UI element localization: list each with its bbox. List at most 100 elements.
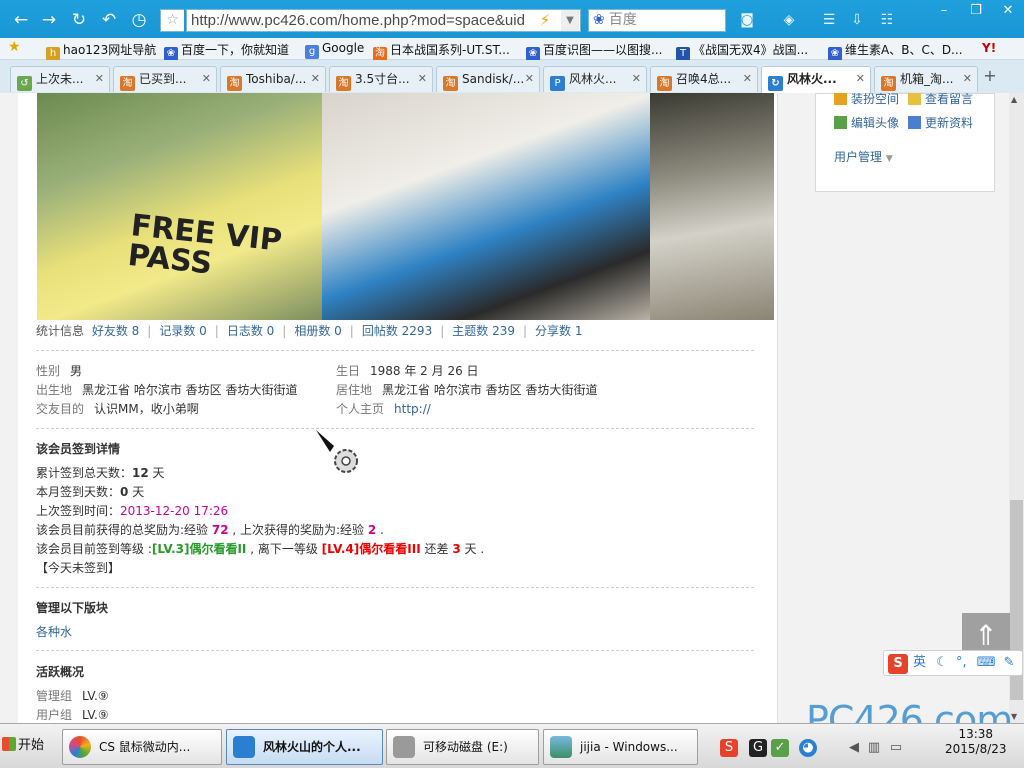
qq-icon[interactable]: ◕ bbox=[799, 739, 817, 757]
edit-avatar-link[interactable]: 编辑头像 bbox=[834, 114, 899, 131]
activity-title: 活跃概况 bbox=[36, 665, 85, 679]
stats-title: 统计信息 bbox=[36, 324, 85, 338]
favorites-star-icon[interactable]: ★ bbox=[8, 39, 21, 55]
bookmark-baidu[interactable]: ❀ 百度一下，你就知道 bbox=[164, 41, 289, 61]
taskbar-item[interactable]: CS 鼠标微动内... bbox=[62, 729, 222, 765]
tab-close-icon[interactable]: ✕ bbox=[202, 67, 211, 91]
g-app-icon[interactable]: G bbox=[749, 739, 767, 757]
gender-row: 性别男 bbox=[36, 364, 83, 378]
stat-records[interactable]: 记录数 0 bbox=[159, 324, 206, 338]
back-icon[interactable]: ← bbox=[10, 9, 32, 31]
arrow-up-icon: ⇑ bbox=[974, 619, 998, 652]
taobao-icon: 淘 bbox=[120, 76, 135, 91]
signin-level: 该会员目前签到等级 :[LV.3]偶尔看看II , 离下一等级 [LV.4]偶尔… bbox=[36, 542, 485, 556]
update-profile-link[interactable]: 更新资料 bbox=[908, 114, 973, 131]
yahoo-icon[interactable]: Y! bbox=[982, 41, 996, 55]
homepage-link[interactable]: http:// bbox=[394, 402, 431, 416]
restore-icon[interactable]: ❐ bbox=[960, 0, 992, 22]
app-icon bbox=[69, 736, 91, 758]
camera-icon[interactable]: ◙ bbox=[736, 9, 758, 31]
stat-friends[interactable]: 好友数 8 bbox=[92, 324, 139, 338]
punctuation-icon[interactable]: °, bbox=[956, 655, 967, 670]
wrench-icon[interactable]: ✎ bbox=[1004, 655, 1015, 670]
tab-item[interactable]: ↺ 上次未... ✕ bbox=[10, 66, 110, 92]
stat-shares[interactable]: 分享数 1 bbox=[535, 324, 582, 338]
tab-item[interactable]: 淘 3.5寸台... ✕ bbox=[329, 66, 433, 92]
bookmark-baidu-image[interactable]: ❀ 百度识图——以图搜... bbox=[526, 41, 662, 61]
stat-blogs[interactable]: 日志数 0 bbox=[227, 324, 274, 338]
messages-link[interactable]: 查看留言 bbox=[908, 93, 973, 107]
refresh-icon[interactable]: ↻ bbox=[68, 9, 90, 31]
taskbar-item[interactable]: 可移动磁盘 (E:) bbox=[386, 729, 539, 765]
stat-replies[interactable]: 回帖数 2293 bbox=[362, 324, 432, 338]
tab-close-icon[interactable]: ✕ bbox=[963, 67, 972, 91]
tab-item[interactable]: 淘召唤4总... ✕ bbox=[650, 66, 758, 92]
system-clock[interactable]: 13:38 2015/8/23 bbox=[945, 727, 1007, 757]
divider bbox=[36, 587, 754, 588]
new-tab-icon[interactable]: + bbox=[980, 66, 1000, 86]
bookmark-hao123[interactable]: h hao123网址导航 bbox=[46, 41, 156, 61]
history-icon[interactable]: ◷ bbox=[128, 9, 150, 31]
favorite-star-icon[interactable]: ☆ bbox=[160, 9, 184, 32]
tools-icon[interactable]: ☰ bbox=[818, 9, 840, 31]
url-dropdown-icon[interactable]: ▼ bbox=[561, 10, 579, 31]
tab-item[interactable]: 淘 Sandisk/... ✕ bbox=[436, 66, 540, 92]
tab-item-active[interactable]: ↻ 风林火... ✕ bbox=[761, 66, 871, 93]
bookmark-google[interactable]: g Google bbox=[305, 41, 364, 59]
download-icon[interactable]: ⇩ bbox=[846, 9, 868, 31]
vertical-scrollbar[interactable]: ▲ ▼ bbox=[1009, 93, 1024, 723]
clock-time: 13:38 bbox=[958, 727, 994, 741]
volume-icon[interactable]: ◀ bbox=[845, 739, 863, 757]
pc426-icon: P bbox=[550, 76, 565, 91]
tab-close-icon[interactable]: ✕ bbox=[632, 67, 641, 91]
lightning-icon[interactable]: ⚡ bbox=[535, 10, 555, 31]
bookmark-vitamin[interactable]: ❀ 维生素A、B、C、D... bbox=[828, 41, 963, 61]
network-icon[interactable]: ▥ bbox=[865, 739, 883, 757]
show-desktop-icon[interactable]: ▭ bbox=[887, 739, 905, 757]
tab-item[interactable]: 淘已买到... ✕ bbox=[113, 66, 217, 92]
sidebar-actions: 装扮空间 查看留言 编辑头像 更新资料 用户管理 ▼ bbox=[815, 93, 995, 192]
tab-close-icon[interactable]: ✕ bbox=[418, 67, 427, 91]
menu-grid-icon[interactable]: ☷ bbox=[876, 9, 898, 31]
google-icon: g bbox=[305, 45, 319, 59]
taskbar-item-active[interactable]: 风林火山的个人... bbox=[226, 729, 383, 765]
ime-toolbar[interactable]: S英 ☾ °, ⌨ ✎ bbox=[883, 650, 1023, 676]
tg-icon: T bbox=[676, 47, 690, 61]
moon-icon[interactable]: ☾ bbox=[936, 655, 948, 670]
translate-icon[interactable]: ◈ bbox=[778, 9, 800, 31]
close-icon[interactable]: ✕ bbox=[992, 0, 1024, 22]
signin-title: 该会员签到详情 bbox=[36, 442, 121, 456]
tab-item[interactable]: P 风林火... ✕ bbox=[543, 66, 647, 92]
taskbar-item[interactable]: jijia - Windows... bbox=[543, 729, 698, 765]
decorate-link[interactable]: 装扮空间 bbox=[834, 93, 899, 107]
security-icon[interactable]: ✓ bbox=[771, 739, 789, 757]
keyboard-icon[interactable]: ⌨ bbox=[977, 655, 996, 670]
stat-topics[interactable]: 主题数 239 bbox=[452, 324, 515, 338]
bookmark-sengoku[interactable]: 淘日本战国系列-UT.ST... bbox=[373, 41, 510, 61]
tab-close-icon[interactable]: ✕ bbox=[743, 67, 752, 91]
tab-close-icon[interactable]: ✕ bbox=[525, 67, 534, 91]
removable-disk-icon bbox=[393, 736, 415, 758]
user-manage-menu[interactable]: 用户管理 ▼ bbox=[834, 148, 893, 165]
forward-icon[interactable]: → bbox=[38, 9, 60, 31]
residence-row: 居住地 黑龙江省 哈尔滨市 香坊区 香坊大街街道 bbox=[336, 383, 598, 397]
stat-albums[interactable]: 相册数 0 bbox=[294, 324, 341, 338]
tab-close-icon[interactable]: ✕ bbox=[95, 67, 104, 91]
tab-item[interactable]: 淘机箱_淘... ✕ bbox=[874, 66, 978, 92]
user-group-row: 用户组 LV.⑨ bbox=[36, 708, 109, 722]
sogou-tray-icon[interactable]: S bbox=[720, 739, 738, 757]
bookmark-musou4[interactable]: T 《战国无双4》战国... bbox=[676, 41, 808, 61]
search-input[interactable]: ❀ 百度 bbox=[588, 9, 726, 32]
undo-icon[interactable]: ↶ bbox=[98, 9, 120, 31]
start-button[interactable]: 开始 bbox=[2, 734, 44, 753]
tab-close-icon[interactable]: ✕ bbox=[311, 67, 320, 91]
scroll-up-icon[interactable]: ▲ bbox=[1011, 95, 1017, 104]
board-link[interactable]: 各种水 bbox=[36, 623, 72, 640]
tab-item[interactable]: 淘 Toshiba/... ✕ bbox=[220, 66, 326, 92]
minimize-icon[interactable]: – bbox=[928, 0, 960, 22]
url-input[interactable]: http://www.pc426.com/home.php?mod=space&… bbox=[186, 9, 581, 32]
admin-group-row: 管理组 LV.⑨ bbox=[36, 689, 109, 703]
ime-language[interactable]: 英 bbox=[913, 655, 926, 670]
separator: | bbox=[440, 324, 445, 338]
tab-close-icon[interactable]: ✕ bbox=[856, 67, 865, 91]
